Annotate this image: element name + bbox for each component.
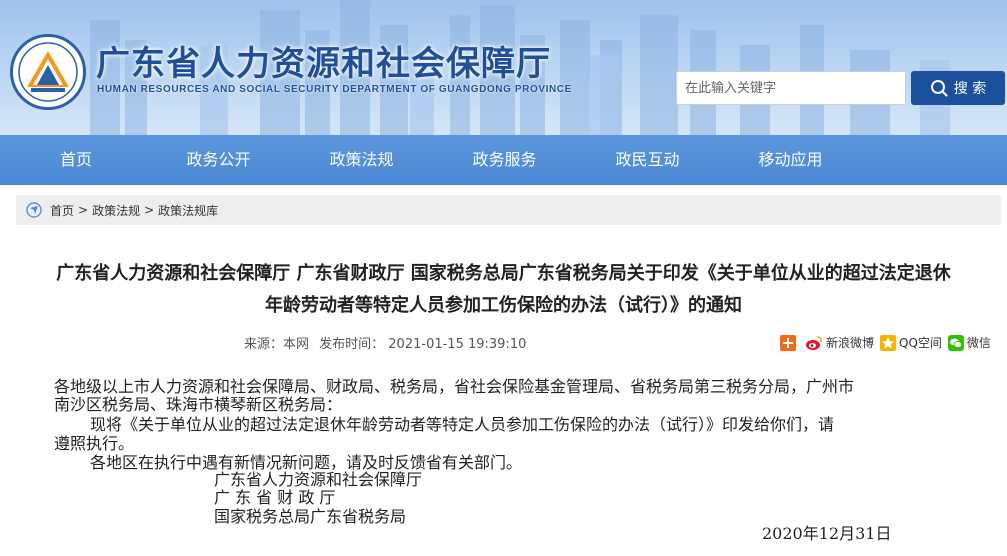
share-weibo-label: 新浪微博 xyxy=(826,336,875,350)
document-date: 2020年12月31日 xyxy=(762,524,892,543)
paragraph-line: 遵照执行。 xyxy=(54,434,135,453)
nav-item-government-affairs[interactable]: 政务公开 xyxy=(147,135,290,185)
breadcrumb-separator: > xyxy=(78,203,89,217)
share-qzone-button[interactable]: QQ空间 xyxy=(880,334,942,351)
main-nav: 首页 政务公开 政策法规 政务服务 政民互动 移动应用 xyxy=(0,135,1007,185)
plus-icon xyxy=(780,334,796,351)
breadcrumb-policy-library[interactable]: 政策法规库 xyxy=(158,202,218,219)
article-title-line: 广东省人力资源和社会保障厅 广东省财政厅 国家税务总局广东省税务局关于印发《关于… xyxy=(56,263,951,284)
site-header: 广东省人力资源和社会保障厅 HUMAN RESOURCES AND SOCIAL… xyxy=(0,0,1007,135)
nav-item-policies[interactable]: 政策法规 xyxy=(290,135,433,185)
share-more-button[interactable] xyxy=(780,334,799,351)
search-button[interactable]: 搜 索 xyxy=(911,71,1005,105)
article-publish-time: 发布时间： 2021-01-15 19:39:10 xyxy=(319,337,527,352)
wechat-icon xyxy=(947,334,964,351)
share-wechat-button[interactable]: 微信 xyxy=(947,334,991,351)
breadcrumb-policies[interactable]: 政策法规 xyxy=(92,202,140,219)
paragraph-line: 各地级以上市人力资源和社会保障局、财政局、税务局，省社会保险基金管理局、省税务局… xyxy=(54,377,855,396)
article-title: 广东省人力资源和社会保障厅 广东省财政厅 国家税务总局广东省税务局关于印发《关于… xyxy=(0,258,1007,322)
paragraph-line: 现将《关于单位从业的超过法定退休年龄劳动者等特定人员参加工伤保险的办法（试行）》… xyxy=(90,415,835,434)
signature-line: 广 东 省 财 政 厅 xyxy=(214,488,336,507)
nav-item-home[interactable]: 首页 xyxy=(5,135,147,185)
signature-line: 国家税务总局广东省税务局 xyxy=(214,507,407,526)
article-title-line: 年龄劳动者等特定人员参加工伤保险的办法（试行）》的通知 xyxy=(265,295,742,316)
breadcrumb-home[interactable]: 首页 xyxy=(50,202,74,219)
paragraph-line: 南沙区税务局、珠海市横琴新区税务局： xyxy=(54,395,343,414)
site-logo[interactable] xyxy=(10,34,86,110)
breadcrumb-separator: > xyxy=(144,203,155,217)
signature-line: 广东省人力资源和社会保障厅 xyxy=(214,470,423,489)
location-icon xyxy=(26,202,42,218)
qzone-star-icon xyxy=(880,334,897,351)
share-qzone-label: QQ空间 xyxy=(899,336,942,350)
nav-item-services[interactable]: 政务服务 xyxy=(433,135,576,185)
share-bar: 新浪微博 QQ空间 微信 xyxy=(780,334,997,351)
nav-item-mobile[interactable]: 移动应用 xyxy=(719,135,862,185)
share-weibo-button[interactable]: 新浪微博 xyxy=(805,334,874,351)
article-source: 来源：本网 xyxy=(244,337,310,352)
search-input[interactable] xyxy=(676,71,906,105)
search-button-label: 搜 索 xyxy=(953,81,987,97)
breadcrumb: 首页 > 政策法规 > 政策法规库 xyxy=(16,195,1001,225)
search-icon xyxy=(930,80,948,97)
site-subtitle: HUMAN RESOURCES AND SOCIAL SECURITY DEPA… xyxy=(97,84,572,95)
share-wechat-label: 微信 xyxy=(966,336,991,350)
site-title: 广东省人力资源和社会保障厅 xyxy=(96,44,551,84)
nav-item-interaction[interactable]: 政民互动 xyxy=(576,135,719,185)
article-meta: 来源：本网 发布时间： 2021-01-15 19:39:10 xyxy=(244,333,532,352)
emblem-icon xyxy=(15,39,81,105)
weibo-icon xyxy=(806,335,822,350)
